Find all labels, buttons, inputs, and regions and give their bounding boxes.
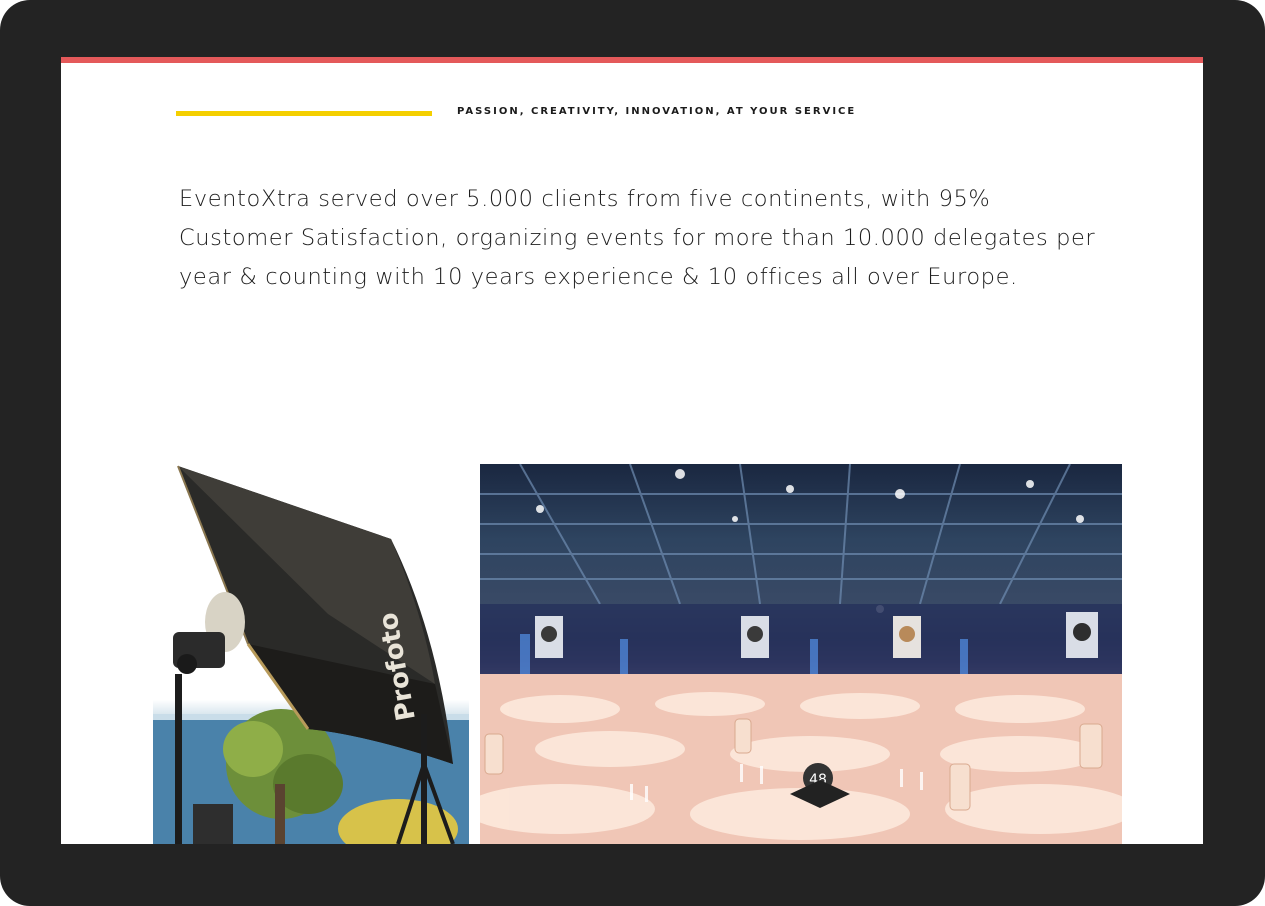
device-frame: PASSION, CREATIVITY, INNOVATION, AT YOUR… — [0, 0, 1265, 906]
umbrella-illustration: Profoto — [153, 465, 469, 844]
top-accent-bar — [61, 57, 1203, 63]
photo-banquet-hall: 48 — [480, 464, 1122, 844]
screen: PASSION, CREATIVITY, INNOVATION, AT YOUR… — [61, 57, 1203, 844]
photo-studio-umbrella: Profoto — [153, 464, 469, 844]
section-tagline: PASSION, CREATIVITY, INNOVATION, AT YOUR… — [457, 106, 857, 117]
banquet-illustration: 48 — [480, 464, 1122, 844]
section-rule — [176, 111, 432, 116]
intro-paragraph: EventoXtra served over 5.000 clients fro… — [179, 186, 1096, 290]
